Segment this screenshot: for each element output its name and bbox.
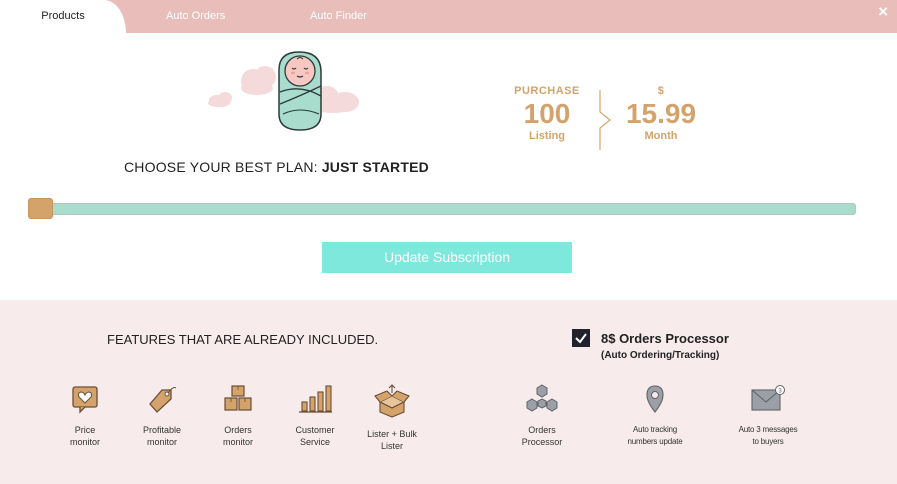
listing-unit: Listing: [528, 130, 566, 142]
bar-chart-icon: [299, 385, 332, 413]
feature-label-line2: monitor: [69, 437, 100, 447]
tab-products[interactable]: Products: [0, 0, 126, 33]
boxes-icon: [224, 385, 252, 411]
update-subscription-button[interactable]: Update Subscription: [322, 242, 572, 273]
plan-heading: CHOOSE YOUR BEST PLAN: JUST STARTED: [124, 159, 429, 175]
checkmark-icon: [575, 333, 587, 344]
monthly-price-box: $ 15.99 Month: [620, 85, 702, 142]
feature-profitable-monitor: Profitable monitor: [122, 384, 202, 448]
orders-processor-subtitle: (Auto Ordering/Tracking): [601, 350, 720, 361]
feature-label-line2: Lister: [380, 441, 403, 451]
op-label-line1: Auto 3 messages: [738, 425, 798, 434]
feature-lister: Lister + Bulk Lister: [352, 384, 432, 452]
purchase-listing-box: PURCHASE 100 Listing: [510, 85, 584, 142]
plan-slider-track[interactable]: [30, 203, 856, 215]
close-icon[interactable]: ×: [878, 2, 888, 22]
feature-customer-service: Customer Service: [275, 384, 355, 448]
features-section: FEATURES THAT ARE ALREADY INCLUDED. Pric…: [0, 300, 897, 484]
listing-count: 100: [523, 98, 571, 129]
op-label-line2: to buyers: [752, 437, 784, 446]
feature-label-line1: Customer: [295, 425, 335, 435]
plan-prefix: CHOOSE YOUR BEST PLAN:: [124, 159, 322, 175]
envelope-icon: 3: [751, 385, 785, 411]
op-label-line1: Auto tracking: [632, 425, 678, 434]
op-label-line2: numbers update: [627, 437, 683, 446]
feature-label-line2: monitor: [146, 437, 177, 447]
feature-label-line1: Profitable: [142, 425, 182, 435]
tab-auto-orders[interactable]: Auto Orders: [166, 0, 225, 33]
op-orders-processor: Orders Processor: [492, 384, 592, 448]
op-label-line1: Orders: [528, 425, 556, 435]
op-label-line2: Processor: [521, 437, 563, 447]
tab-bar: Products Auto Orders Auto Finder ×: [0, 0, 897, 33]
price-tag-icon: [149, 387, 177, 413]
orders-processor-title: 8$ Orders Processor: [601, 331, 729, 346]
feature-label-line1: Lister + Bulk: [367, 429, 417, 439]
feature-label-line1: Price: [74, 425, 96, 435]
orders-processor-checkbox[interactable]: [572, 329, 590, 347]
plan-slider-handle[interactable]: [28, 198, 53, 219]
currency-caption: $: [657, 85, 665, 97]
map-pin-icon: [646, 385, 664, 413]
features-title: FEATURES THAT ARE ALREADY INCLUDED.: [107, 332, 379, 347]
plan-name: JUST STARTED: [321, 159, 429, 175]
feature-label-line2: monitor: [222, 437, 253, 447]
cubes-network-icon: [526, 384, 558, 412]
heart-chat-icon: [72, 386, 98, 414]
feature-label-line2: Service: [299, 437, 330, 447]
open-box-icon: [374, 384, 410, 418]
price-unit: Month: [644, 130, 678, 142]
monthly-price: 15.99: [625, 98, 697, 129]
feature-orders-monitor: Orders monitor: [198, 384, 278, 448]
op-auto-messages: 3 Auto 3 messages to buyers: [718, 384, 818, 448]
baby-illustration: [205, 48, 365, 133]
feature-price-monitor: Price monitor: [45, 384, 125, 448]
purchase-caption: PURCHASE: [514, 85, 580, 97]
chevron-right-icon: [599, 90, 611, 150]
tab-auto-finder[interactable]: Auto Finder: [310, 0, 367, 33]
op-auto-tracking: Auto tracking numbers update: [605, 384, 705, 448]
feature-label-line1: Orders: [224, 425, 252, 435]
